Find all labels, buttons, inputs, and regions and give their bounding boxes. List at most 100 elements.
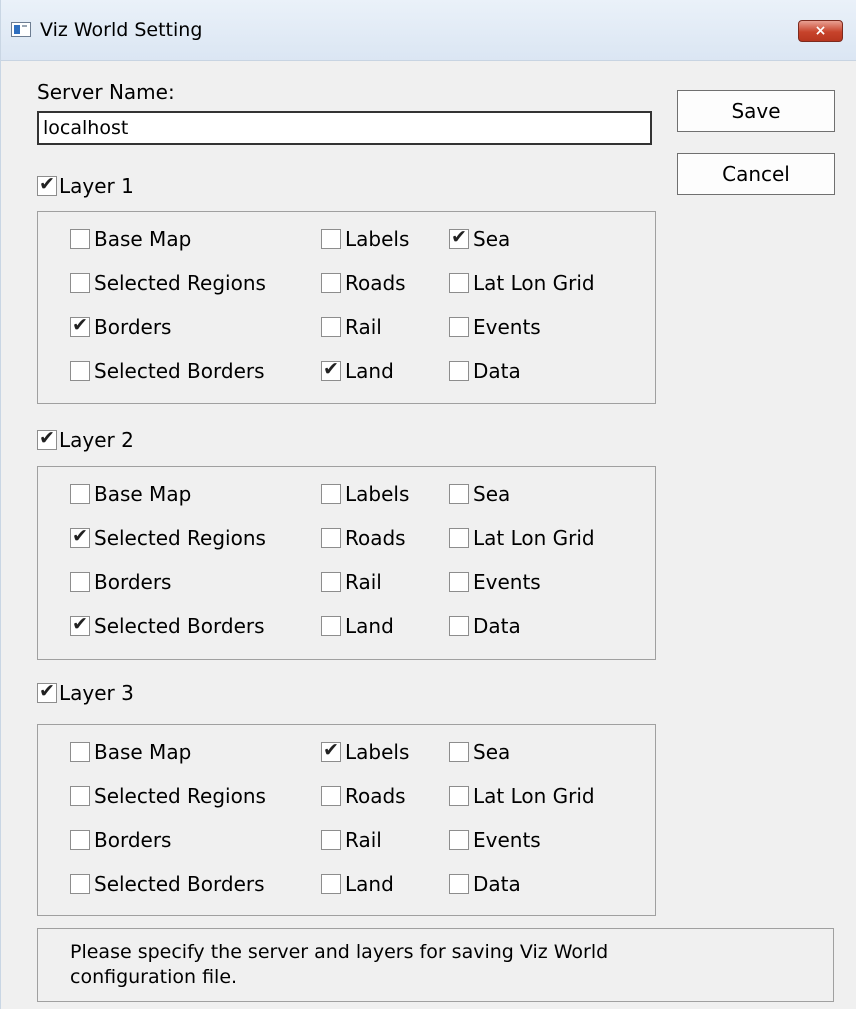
layer-2-option-roads[interactable]: Roads — [321, 525, 406, 551]
option-checkbox-box[interactable] — [449, 528, 469, 548]
option-checkbox-box[interactable] — [70, 273, 90, 293]
layer-3-option-lat-lon-grid[interactable]: Lat Lon Grid — [449, 783, 595, 809]
option-checkbox-box[interactable] — [321, 786, 341, 806]
layer-3-checkbox-box[interactable] — [37, 680, 57, 703]
layer-3-option-selected-borders[interactable]: Selected Borders — [70, 871, 265, 897]
option-checkbox-box[interactable] — [321, 229, 341, 249]
layer-1-label: Layer 1 — [59, 174, 134, 198]
layer-1-option-labels[interactable]: Labels — [321, 226, 409, 252]
option-checkbox-box[interactable] — [70, 229, 90, 249]
option-checkbox-box[interactable] — [70, 525, 90, 548]
option-label: Events — [473, 828, 541, 852]
option-label: Borders — [94, 828, 172, 852]
option-label: Rail — [345, 828, 382, 852]
option-checkbox-box[interactable] — [70, 361, 90, 381]
option-label: Labels — [345, 482, 410, 506]
layer-2-option-lat-lon-grid[interactable]: Lat Lon Grid — [449, 525, 595, 551]
option-checkbox-box[interactable] — [321, 830, 341, 850]
server-name-label: Server Name: — [37, 80, 175, 104]
layer-1-option-sea[interactable]: Sea — [449, 226, 510, 252]
layer-1-option-base-map[interactable]: Base Map — [70, 226, 191, 252]
layer-1-option-roads[interactable]: Roads — [321, 270, 406, 296]
option-checkbox-box[interactable] — [449, 786, 469, 806]
option-checkbox-box[interactable] — [321, 616, 341, 636]
layer-3-option-borders[interactable]: Borders — [70, 827, 171, 853]
layer-2-option-land[interactable]: Land — [321, 613, 394, 639]
layer-1-option-rail[interactable]: Rail — [321, 314, 382, 340]
layer-3-option-base-map[interactable]: Base Map — [70, 739, 191, 765]
save-button[interactable]: Save — [677, 90, 835, 132]
layer-2-option-selected-borders[interactable]: Selected Borders — [70, 613, 265, 639]
option-label: Rail — [345, 315, 382, 339]
close-button[interactable]: × — [798, 20, 843, 42]
option-label: Sea — [473, 227, 511, 251]
option-label: Labels — [345, 227, 410, 251]
layer-3-option-events[interactable]: Events — [449, 827, 541, 853]
option-checkbox-box[interactable] — [449, 616, 469, 636]
layer-3-option-labels[interactable]: Labels — [321, 739, 409, 765]
layer-2-option-labels[interactable]: Labels — [321, 481, 409, 507]
layer-1-checkbox[interactable]: Layer 1 — [37, 173, 134, 199]
option-checkbox-box[interactable] — [449, 273, 469, 293]
option-checkbox-box[interactable] — [70, 613, 90, 636]
option-label: Events — [473, 315, 541, 339]
option-checkbox-box[interactable] — [449, 317, 469, 337]
layer-2-option-data[interactable]: Data — [449, 613, 521, 639]
option-checkbox-box[interactable] — [449, 742, 469, 762]
layer-1-option-borders[interactable]: Borders — [70, 314, 171, 340]
option-checkbox-box[interactable] — [321, 739, 341, 762]
layer-3-option-sea[interactable]: Sea — [449, 739, 510, 765]
layer-2-option-selected-regions[interactable]: Selected Regions — [70, 525, 266, 551]
layer-1-option-land[interactable]: Land — [321, 358, 394, 384]
layer-1-option-lat-lon-grid[interactable]: Lat Lon Grid — [449, 270, 595, 296]
option-checkbox-box[interactable] — [321, 358, 341, 381]
option-checkbox-box[interactable] — [321, 528, 341, 548]
layer-1-option-selected-borders[interactable]: Selected Borders — [70, 358, 265, 384]
layer-2-option-events[interactable]: Events — [449, 569, 541, 595]
layer-3-option-data[interactable]: Data — [449, 871, 521, 897]
layer-1-option-data[interactable]: Data — [449, 358, 521, 384]
option-checkbox-box[interactable] — [70, 742, 90, 762]
layer-1-checkbox-box[interactable] — [37, 173, 57, 196]
layer-3-option-roads[interactable]: Roads — [321, 783, 406, 809]
option-label: Roads — [345, 526, 406, 550]
option-checkbox-box[interactable] — [321, 273, 341, 293]
option-checkbox-box[interactable] — [321, 874, 341, 894]
option-checkbox-box[interactable] — [449, 484, 469, 504]
layer-2-checkbox-box[interactable] — [37, 427, 57, 450]
option-checkbox-box[interactable] — [449, 226, 469, 249]
layer-2-option-borders[interactable]: Borders — [70, 569, 171, 595]
layer-1-option-selected-regions[interactable]: Selected Regions — [70, 270, 266, 296]
title-bar[interactable]: Viz World Setting × — [1, 0, 856, 61]
server-name-input[interactable] — [37, 111, 652, 145]
option-checkbox-box[interactable] — [70, 874, 90, 894]
option-checkbox-box[interactable] — [70, 572, 90, 592]
option-checkbox-box[interactable] — [449, 874, 469, 894]
layer-3-option-rail[interactable]: Rail — [321, 827, 382, 853]
option-label: Land — [345, 359, 394, 383]
layer-2-option-rail[interactable]: Rail — [321, 569, 382, 595]
layer-2-checkbox[interactable]: Layer 2 — [37, 427, 134, 453]
option-checkbox-box[interactable] — [321, 317, 341, 337]
option-checkbox-box[interactable] — [70, 830, 90, 850]
option-checkbox-box[interactable] — [70, 314, 90, 337]
option-checkbox-box[interactable] — [449, 830, 469, 850]
option-label: Base Map — [94, 740, 192, 764]
layer-3-option-land[interactable]: Land — [321, 871, 394, 897]
option-checkbox-box[interactable] — [70, 484, 90, 504]
layer-3-checkbox[interactable]: Layer 3 — [37, 680, 134, 706]
layer-2-option-base-map[interactable]: Base Map — [70, 481, 191, 507]
layer-2-option-sea[interactable]: Sea — [449, 481, 510, 507]
status-message: Please specify the server and layers for… — [37, 928, 834, 1002]
option-checkbox-box[interactable] — [321, 572, 341, 592]
layer-1-option-events[interactable]: Events — [449, 314, 541, 340]
option-checkbox-box[interactable] — [449, 361, 469, 381]
option-label: Selected Regions — [94, 526, 266, 550]
layer-3-option-selected-regions[interactable]: Selected Regions — [70, 783, 266, 809]
option-label: Base Map — [94, 482, 192, 506]
option-checkbox-box[interactable] — [70, 786, 90, 806]
option-checkbox-box[interactable] — [321, 484, 341, 504]
option-label: Base Map — [94, 227, 192, 251]
option-checkbox-box[interactable] — [449, 572, 469, 592]
cancel-button[interactable]: Cancel — [677, 153, 835, 195]
